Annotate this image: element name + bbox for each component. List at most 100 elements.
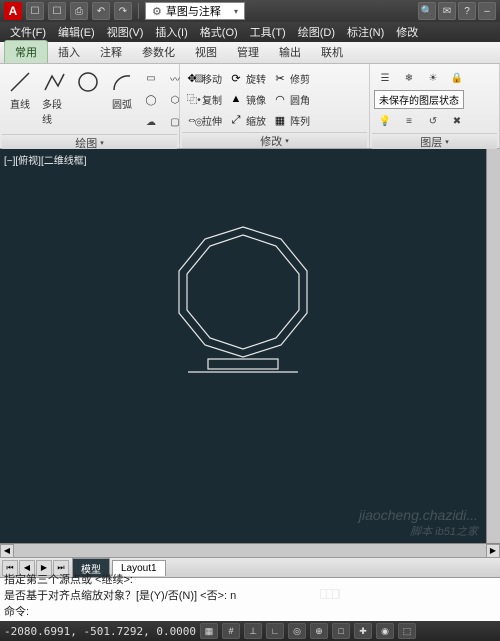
panel-modify-title[interactable]: 修改▾ — [182, 132, 367, 148]
watermark-2: 脚本 ib51之家 — [410, 523, 478, 539]
qp-toggle-icon[interactable]: ⬚ — [398, 623, 416, 639]
copy-button[interactable]: 复制 — [202, 92, 222, 107]
menu-file[interactable]: 文件(F) — [4, 24, 52, 40]
lwt-toggle-icon[interactable]: ◉ — [376, 623, 394, 639]
tab-home[interactable]: 常用 — [4, 40, 48, 63]
menu-modify[interactable]: 修改 — [390, 24, 424, 40]
grid-toggle-icon[interactable]: ▦ — [200, 623, 218, 639]
mirror-button[interactable]: 镜像 — [246, 92, 266, 107]
arc-button[interactable]: 圆弧 — [106, 68, 138, 113]
panel-draw-title[interactable]: 绘图▾ — [2, 134, 177, 150]
menu-view[interactable]: 视图(V) — [101, 24, 150, 40]
tab-output[interactable]: 输出 — [269, 41, 311, 63]
dyn-toggle-icon[interactable]: ✚ — [354, 623, 372, 639]
layer-del-icon[interactable]: ✖ — [446, 111, 468, 131]
gear-icon: ⚙ — [152, 5, 162, 18]
ribbon: 直线 多段线 圆弧 ▭ 〰 ▨ ◯ ⬡ • ☁ ▢ — [0, 64, 500, 149]
layer-match-icon[interactable]: ≡ — [398, 111, 420, 131]
qat-save-icon[interactable]: ⎙ — [70, 2, 88, 20]
layer-off-icon[interactable]: 💡 — [374, 111, 396, 131]
tab-online[interactable]: 联机 — [311, 41, 353, 63]
polyline-button[interactable]: 多段线 — [38, 68, 70, 128]
panel-modify: ✥移动 ⟳旋转 ✂修剪 ⿻复制 ▲镜像 ◠圆角 ⇔拉伸 ⤢缩放 ▦阵列 修改▾ — [180, 64, 370, 148]
tab-parametric[interactable]: 参数化 — [132, 41, 185, 63]
stretch-button[interactable]: 拉伸 — [202, 113, 222, 128]
chevron-down-icon: ▾ — [100, 139, 104, 147]
ducs-toggle-icon[interactable]: □ — [332, 623, 350, 639]
menu-edit[interactable]: 编辑(E) — [52, 24, 101, 40]
rotate-button[interactable]: 旋转 — [246, 71, 266, 86]
rotate-icon: ⟳ — [228, 70, 244, 86]
tab-annotate[interactable]: 注释 — [90, 41, 132, 63]
horizontal-scrollbar[interactable]: ◀ ▶ — [0, 543, 500, 557]
move-icon: ✥ — [184, 70, 200, 86]
menu-format[interactable]: 格式(O) — [194, 24, 244, 40]
ellipse-icon[interactable]: ◯ — [140, 90, 162, 110]
menu-tools[interactable]: 工具(T) — [244, 24, 292, 40]
fillet-icon: ◠ — [272, 91, 288, 107]
qat-undo-icon[interactable]: ↶ — [92, 2, 110, 20]
menu-insert[interactable]: 插入(I) — [149, 24, 193, 40]
polyline-label: 多段线 — [42, 96, 66, 126]
line-button[interactable]: 直线 — [4, 68, 36, 113]
tab-view[interactable]: 视图 — [185, 41, 227, 63]
search-icon[interactable]: 🔍 — [418, 2, 436, 20]
array-button[interactable]: 阵列 — [290, 113, 310, 128]
otrack-toggle-icon[interactable]: ⊕ — [310, 623, 328, 639]
scroll-left-icon[interactable]: ◀ — [0, 544, 14, 558]
scroll-right-icon[interactable]: ▶ — [486, 544, 500, 558]
qat-redo-icon[interactable]: ↷ — [114, 2, 132, 20]
arc-label: 圆弧 — [112, 96, 132, 111]
panel-layers-title[interactable]: 图层▾ — [372, 133, 497, 149]
layer-state-dropdown[interactable]: 未保存的图层状态 — [374, 90, 464, 109]
cmd-history-line1: 指定第三个源点或 <继续>: — [4, 571, 496, 587]
view-controls-label[interactable]: [−][俯视][二维线框] — [4, 152, 87, 167]
circle-button[interactable] — [72, 68, 104, 109]
app-icon[interactable]: A — [4, 2, 22, 20]
fillet-button[interactable]: 圆角 — [290, 92, 310, 107]
osnap-toggle-icon[interactable]: ◎ — [288, 623, 306, 639]
pickbox-cursor-icon — [320, 589, 340, 599]
menu-bar: 文件(F) 编辑(E) 视图(V) 插入(I) 格式(O) 工具(T) 绘图(D… — [0, 22, 500, 42]
qat-open-icon[interactable]: ☐ — [48, 2, 66, 20]
chevron-down-icon: ▾ — [445, 138, 449, 146]
layer-prop-icon[interactable]: ☰ — [374, 68, 396, 88]
layer-lock-icon[interactable]: 🔒 — [446, 68, 468, 88]
title-bar: A ☐ ☐ ⎙ ↶ ↷ ⚙ 草图与注释 ▾ 🔍 ✉ ? – — [0, 0, 500, 22]
minimize-icon[interactable]: – — [478, 2, 496, 20]
arc-icon — [110, 70, 134, 94]
cmd-prompt: 命令: — [4, 603, 29, 619]
move-button[interactable]: 移动 — [202, 71, 222, 86]
trim-icon: ✂ — [272, 70, 288, 86]
layer-prev-icon[interactable]: ↺ — [422, 111, 444, 131]
mirror-icon: ▲ — [228, 91, 244, 107]
trim-button[interactable]: 修剪 — [290, 71, 310, 86]
panel-draw: 直线 多段线 圆弧 ▭ 〰 ▨ ◯ ⬡ • ☁ ▢ — [0, 64, 180, 148]
tab-insert[interactable]: 插入 — [48, 41, 90, 63]
rect-icon[interactable]: ▭ — [140, 68, 162, 88]
command-window[interactable]: 指定第三个源点或 <继续>: 是否基于对齐点缩放对象？[是(Y)/否(N)] <… — [0, 577, 500, 621]
tab-manage[interactable]: 管理 — [227, 41, 269, 63]
menu-dim[interactable]: 标注(N) — [341, 24, 390, 40]
drawing-canvas[interactable]: [−][俯视][二维线框] jiaocheng.chazidi... 脚本 ib… — [0, 149, 486, 543]
workspace-dropdown[interactable]: ⚙ 草图与注释 ▾ — [145, 2, 245, 20]
menu-draw[interactable]: 绘图(D) — [292, 24, 341, 40]
exchange-icon[interactable]: ✉ — [438, 2, 456, 20]
ortho-toggle-icon[interactable]: ⊥ — [244, 623, 262, 639]
snap-toggle-icon[interactable]: # — [222, 623, 240, 639]
scale-button[interactable]: 缩放 — [246, 113, 266, 128]
revcloud-icon[interactable]: ☁ — [140, 112, 162, 132]
chevron-down-icon: ▾ — [234, 7, 238, 16]
scale-icon: ⤢ — [228, 112, 244, 128]
copy-icon: ⿻ — [184, 91, 200, 107]
panel-layers: ☰ ❄ ☀ 🔒 未保存的图层状态 💡 ≡ ↺ ✖ 图层▾ — [370, 64, 500, 148]
array-icon: ▦ — [272, 112, 288, 128]
layer-iso-icon[interactable]: ❄ — [398, 68, 420, 88]
vertical-scrollbar[interactable] — [486, 149, 500, 543]
layer-freeze-icon[interactable]: ☀ — [422, 68, 444, 88]
qat-new-icon[interactable]: ☐ — [26, 2, 44, 20]
help-icon[interactable]: ? — [458, 2, 476, 20]
polar-toggle-icon[interactable]: ∟ — [266, 623, 284, 639]
watermark: jiaocheng.chazidi... — [359, 507, 478, 523]
cmd-history-line2: 是否基于对齐点缩放对象？[是(Y)/否(N)] <否>: n — [4, 587, 496, 603]
